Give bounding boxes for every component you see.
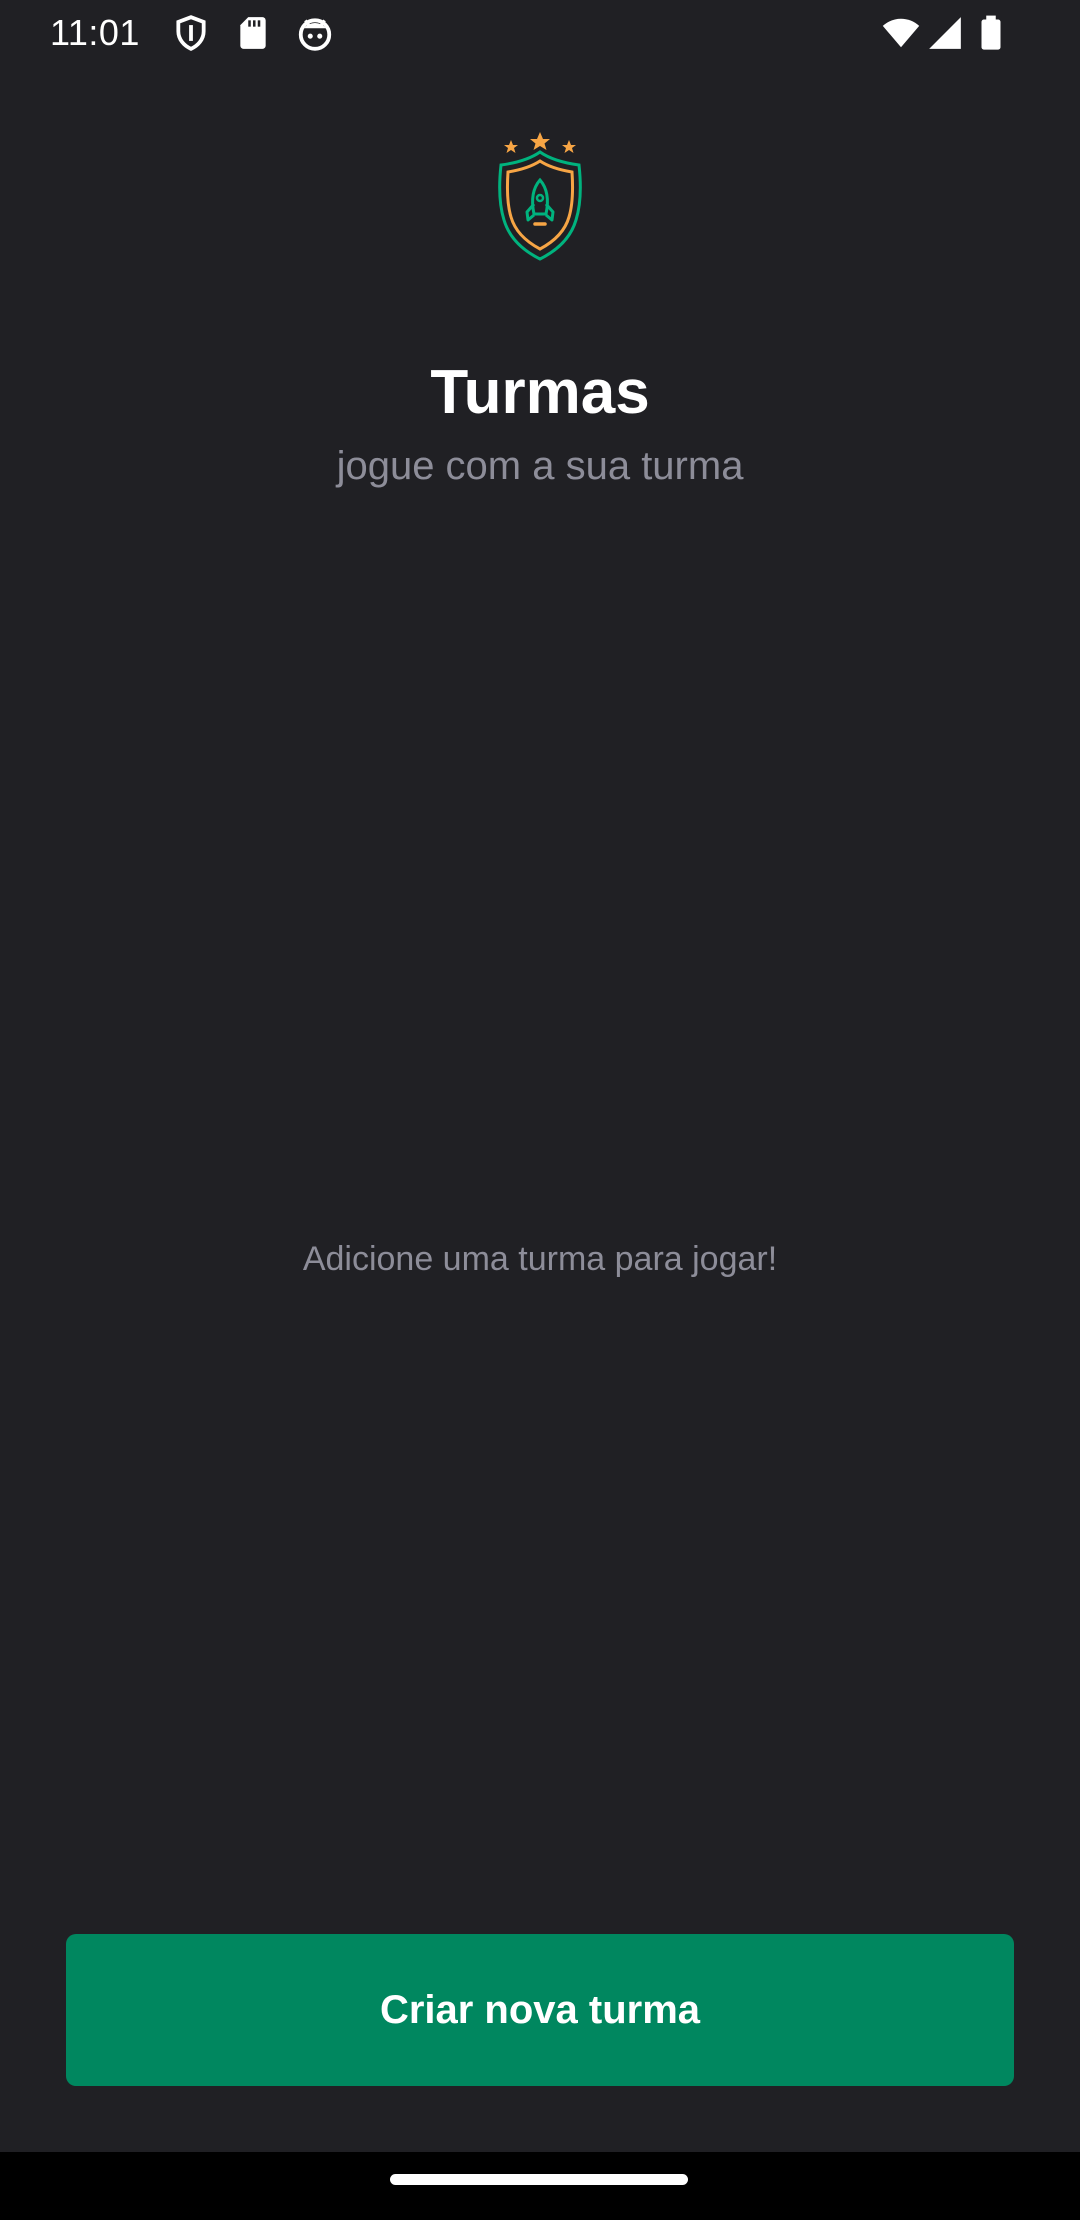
- system-navigation-bar: [0, 2152, 1080, 2220]
- status-time: 11:01: [50, 12, 140, 53]
- sd-card-icon: [234, 14, 272, 52]
- wifi-icon: [880, 14, 922, 52]
- page-title: Turmas: [430, 358, 650, 427]
- empty-list-message: Adicione uma turma para jogar!: [302, 1240, 778, 1278]
- status-bar: 11:01: [0, 0, 1080, 66]
- shield-icon: [172, 14, 210, 52]
- rocket-shield-logo-icon: [480, 128, 600, 263]
- create-group-button[interactable]: Criar nova turma: [66, 1934, 1014, 2086]
- home-indicator[interactable]: [390, 2174, 688, 2185]
- cell-signal-icon: [926, 14, 964, 52]
- android-face-icon: [296, 14, 334, 52]
- groups-screen: 11:01 Turmas jogue com a sua turma Adici…: [0, 0, 1080, 2220]
- battery-icon: [976, 14, 1006, 52]
- page-subtitle: jogue com a sua turma: [336, 444, 744, 488]
